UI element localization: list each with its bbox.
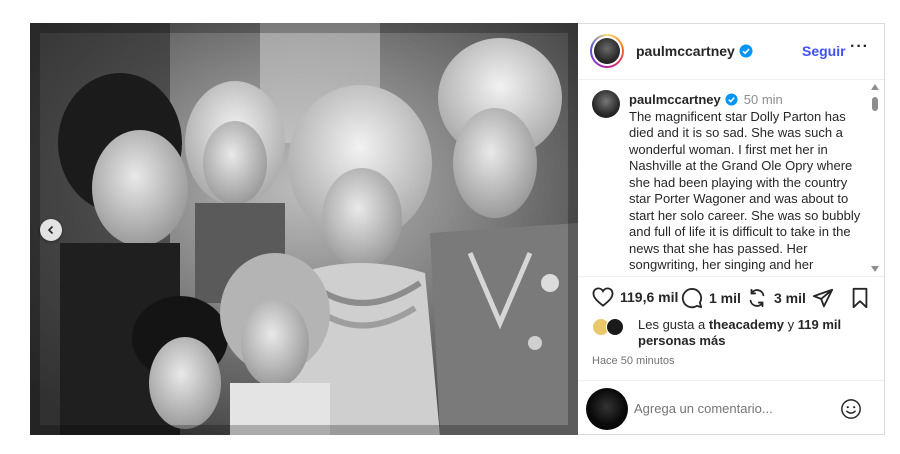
liked-by-avatars[interactable] [592,318,632,336]
save-action[interactable] [850,287,876,309]
like-action[interactable]: 119,6 mil [592,287,678,307]
chevron-left-icon [47,225,54,235]
author-username[interactable]: paulmccartney [636,43,753,59]
author-avatar[interactable] [590,34,624,68]
caption-scrollbar[interactable] [870,84,880,272]
post-card: paulmccartney Seguir ··· paulmccartney 50… [30,23,885,435]
likes-text: Les gusta a theacademy y 119 mil persona… [638,317,870,349]
caption-area: paulmccartney 50 min The magnificent star… [578,80,884,276]
comment-action[interactable]: 1 mil [681,287,741,309]
viewer-avatar [586,388,628,430]
liked-by-avatar[interactable] [606,318,624,336]
emoji-icon[interactable] [840,398,862,420]
comment-icon[interactable] [681,287,703,309]
scroll-thumb[interactable] [872,97,878,111]
heart-icon[interactable] [592,287,614,307]
author-username-text[interactable]: paulmccartney [636,43,735,59]
caption-body: The magnificent star Dolly Parton has di… [629,108,861,273]
carousel-prev-button[interactable] [40,219,62,241]
caption-text-block: paulmccartney 50 min The magnificent star… [629,92,867,274]
scroll-up-arrow-icon[interactable] [871,84,879,90]
repost-action[interactable]: 3 mil [746,287,806,309]
post-timestamp[interactable]: Hace 50 minutos [592,355,675,367]
comment-box [578,380,884,437]
post-header: paulmccartney Seguir ··· [578,24,884,80]
likes-prefix: Les gusta a [638,317,706,332]
comments-count[interactable]: 1 mil [709,290,741,306]
post-side-panel: paulmccartney Seguir ··· paulmccartney 50… [578,23,885,435]
caption-username[interactable]: paulmccartney [629,92,721,107]
likes-conjunction: y [787,317,795,332]
send-icon[interactable] [812,287,834,309]
follow-button[interactable]: Seguir [802,43,846,59]
caption-avatar[interactable] [592,90,620,118]
photo-illustration [30,23,578,435]
bookmark-icon[interactable] [850,287,870,309]
repost-icon[interactable] [746,287,768,309]
verified-badge-icon [739,44,753,58]
post-photo[interactable] [30,23,578,435]
scroll-down-arrow-icon[interactable] [871,266,879,272]
share-action[interactable] [812,287,840,309]
comment-input[interactable] [634,401,834,416]
action-bar: 119,6 mil 1 mil 3 mil [578,276,884,321]
caption-time[interactable]: 50 min [744,92,783,107]
more-options-button[interactable]: ··· [850,38,869,56]
likes-count[interactable]: 119,6 mil [620,289,678,305]
liked-by-user[interactable]: theacademy [709,317,784,332]
verified-badge-icon [725,93,738,106]
reposts-count[interactable]: 3 mil [774,290,806,306]
